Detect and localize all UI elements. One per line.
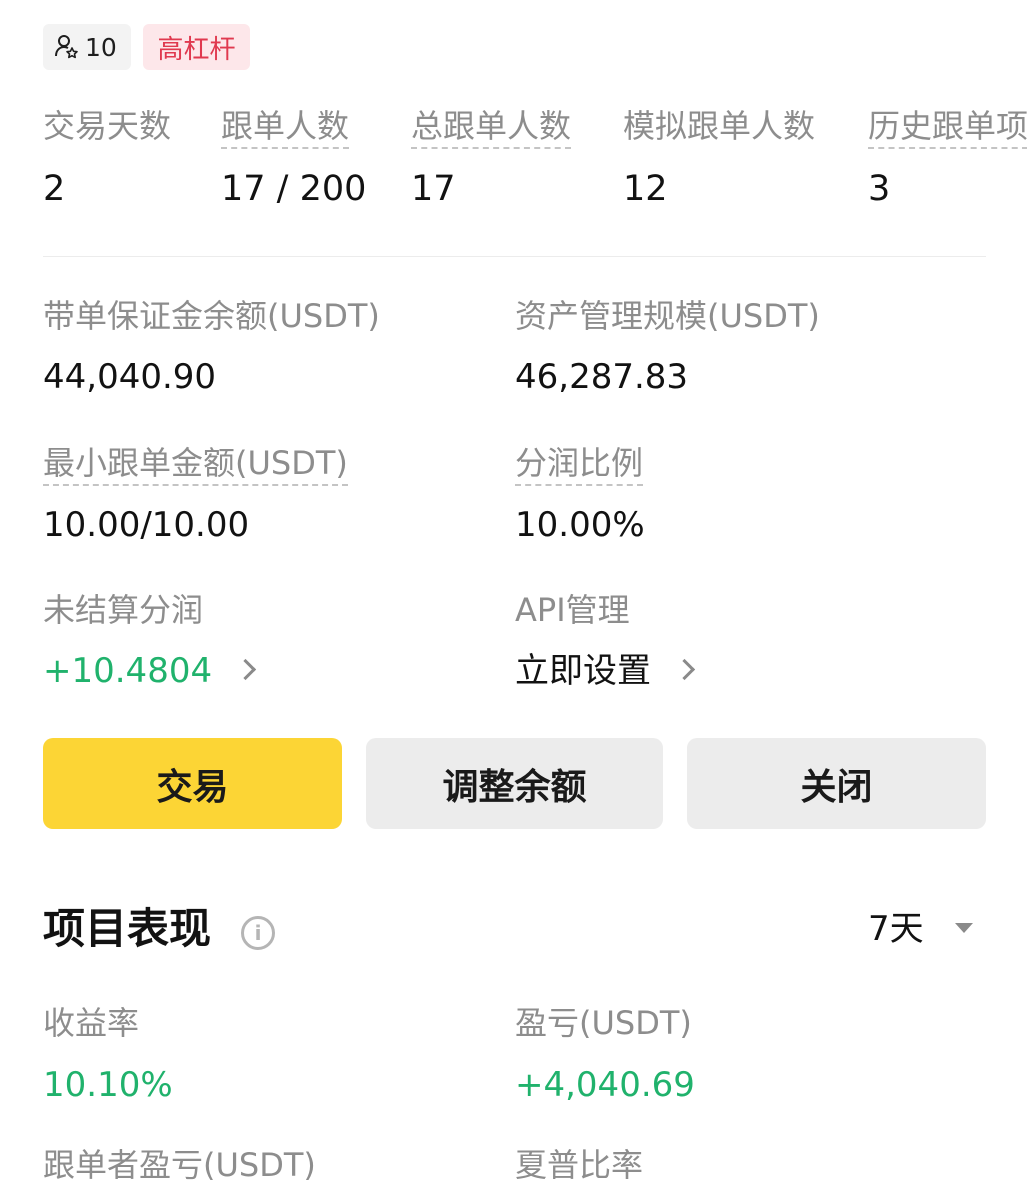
api-setup-link[interactable]: 立即设置 — [515, 650, 696, 692]
stat-value-total-followers: 17 — [411, 169, 456, 209]
unsettled-profit-link[interactable]: +10.4804 — [43, 650, 257, 692]
trade-button[interactable]: 交易 — [43, 738, 342, 829]
chevron-right-icon — [673, 658, 696, 681]
stat-value-history-items: 3 — [868, 169, 891, 209]
stat-label-total-followers[interactable]: 总跟单人数 — [411, 106, 572, 149]
profit-share-label[interactable]: 分润比例 — [515, 443, 644, 486]
performance-title: 项目表现 — [43, 904, 212, 953]
min-copy-value: 10.00/10.00 — [43, 505, 250, 545]
stat-label-history-items[interactable]: 历史跟单项 — [868, 106, 1027, 149]
stat-value-followers: 17 / 200 — [221, 169, 367, 209]
caret-down-icon[interactable] — [955, 923, 973, 933]
aum-value: 46,287.83 — [515, 357, 689, 397]
profit-share-value: 10.00% — [515, 505, 645, 545]
adjust-balance-button[interactable]: 调整余额 — [366, 738, 663, 829]
info-icon[interactable]: i — [241, 916, 275, 950]
sharpe-ratio-label: 夏普比率 — [515, 1146, 644, 1184]
stat-label-trading-days: 交易天数 — [43, 107, 172, 145]
aum-label: 资产管理规模(USDT) — [515, 297, 820, 335]
stat-value-sim-followers: 12 — [623, 169, 668, 209]
unsettled-profit-value: +10.4804 — [43, 651, 213, 691]
followers-count: 10 — [85, 32, 117, 62]
pnl-label: 盈亏(USDT) — [515, 1004, 692, 1042]
leverage-tag: 高杠杆 — [143, 24, 250, 70]
unsettled-profit-label: 未结算分润 — [43, 591, 204, 629]
api-setup-value: 立即设置 — [515, 651, 651, 691]
pnl-value: +4,040.69 — [515, 1065, 695, 1105]
stat-label-followers[interactable]: 跟单人数 — [221, 106, 350, 149]
stat-value-trading-days: 2 — [43, 169, 66, 209]
user-star-icon — [55, 34, 79, 60]
margin-balance-label: 带单保证金余额(USDT) — [43, 297, 380, 335]
stat-label-sim-followers: 模拟跟单人数 — [623, 107, 816, 145]
close-button[interactable]: 关闭 — [687, 738, 986, 829]
min-copy-label[interactable]: 最小跟单金额(USDT) — [43, 443, 348, 486]
period-selector[interactable]: 7天 — [868, 908, 924, 950]
roi-label: 收益率 — [43, 1004, 140, 1042]
divider — [43, 256, 986, 257]
api-management-label: API管理 — [515, 591, 630, 629]
follower-pnl-label: 跟单者盈亏(USDT) — [43, 1146, 316, 1184]
followers-tag: 10 — [43, 24, 131, 70]
margin-balance-value: 44,040.90 — [43, 357, 217, 397]
chevron-right-icon — [234, 658, 257, 681]
roi-value: 10.10% — [43, 1065, 173, 1105]
